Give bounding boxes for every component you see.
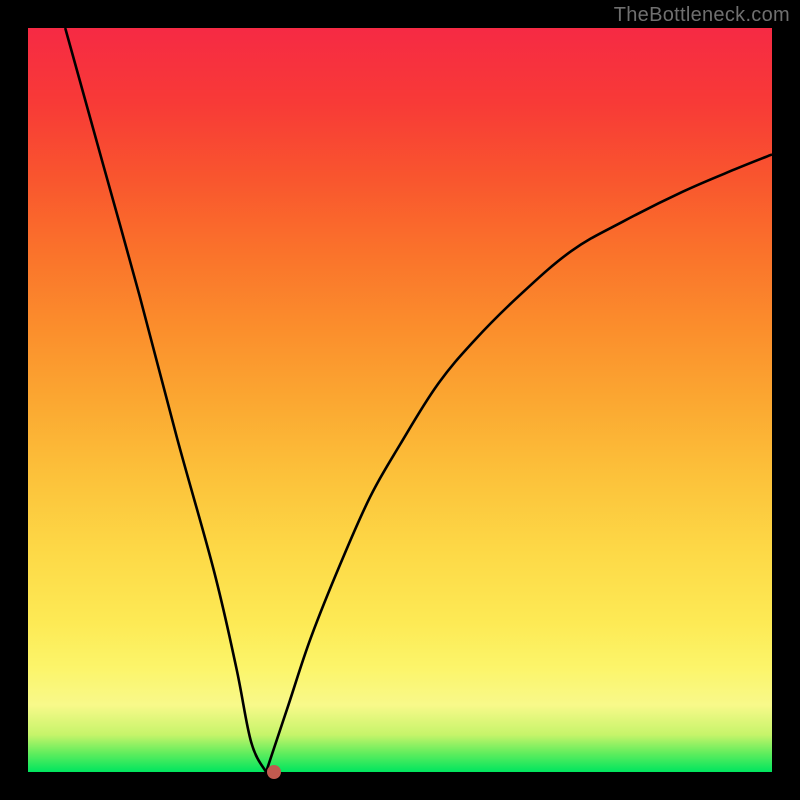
watermark: TheBottleneck.com <box>614 4 790 27</box>
optimal-point-marker <box>267 765 281 779</box>
bottleneck-curve <box>28 28 772 772</box>
plot-area <box>28 28 772 772</box>
curve-right-branch <box>266 154 772 772</box>
chart-frame: TheBottleneck.com <box>0 0 800 800</box>
curve-left-branch <box>65 28 266 772</box>
